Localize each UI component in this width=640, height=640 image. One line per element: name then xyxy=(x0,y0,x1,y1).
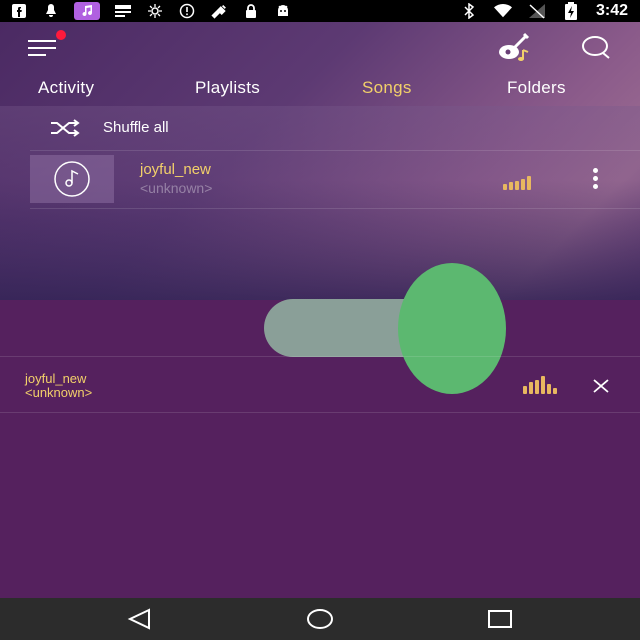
tab-bar: Activity Playlists Songs Folders xyxy=(0,72,640,106)
shuffle-all-row[interactable]: Shuffle all xyxy=(0,108,640,150)
signal-icon xyxy=(528,3,546,19)
shuffle-icon xyxy=(51,119,80,137)
shuffle-all-label: Shuffle all xyxy=(103,119,169,136)
more-icon xyxy=(592,168,598,173)
mini-player[interactable]: joyful_new <unknown> xyxy=(0,357,640,413)
more-options-button[interactable] xyxy=(585,168,605,194)
close-player-button[interactable] xyxy=(590,375,612,397)
equalizer-icon xyxy=(503,174,531,190)
facebook-icon xyxy=(10,3,28,19)
wifi-icon xyxy=(493,3,512,19)
notification-dot xyxy=(56,30,66,40)
song-title: joyful_new xyxy=(140,161,211,178)
song-artwork xyxy=(30,155,114,203)
divider xyxy=(0,412,640,413)
mini-player-artist: <unknown> xyxy=(25,385,93,400)
music-note-icon xyxy=(54,161,90,197)
back-button[interactable] xyxy=(125,606,155,632)
tab-activity[interactable]: Activity xyxy=(38,78,94,98)
divider xyxy=(30,208,640,209)
cast-icon xyxy=(114,3,132,19)
status-time: 3:42 xyxy=(595,2,628,19)
android-icon xyxy=(274,3,292,19)
alert-icon xyxy=(178,3,196,19)
bluetooth-icon xyxy=(460,3,478,19)
home-button[interactable] xyxy=(305,606,335,632)
close-icon xyxy=(593,379,609,393)
top-app-bar xyxy=(0,22,640,72)
menu-icon xyxy=(28,40,56,56)
notification-icon xyxy=(42,3,60,19)
mini-player-title: joyful_new xyxy=(25,371,87,386)
recents-button[interactable] xyxy=(485,606,515,632)
home-icon xyxy=(307,609,333,629)
guitar-icon xyxy=(499,32,530,61)
brightness-icon xyxy=(146,3,164,19)
recents-icon xyxy=(488,610,512,628)
lock-icon xyxy=(242,3,260,19)
status-bar: 3:42 xyxy=(0,0,640,22)
guitar-button[interactable] xyxy=(496,30,532,64)
navigation-bar xyxy=(0,598,640,640)
search-icon xyxy=(582,36,610,59)
menu-button[interactable] xyxy=(26,30,66,62)
back-icon xyxy=(127,608,150,630)
song-artist: <unknown> xyxy=(140,180,213,196)
battery-icon xyxy=(562,2,580,20)
music-icon xyxy=(74,2,100,20)
divider xyxy=(30,150,640,151)
song-list-item[interactable]: joyful_new <unknown> xyxy=(0,152,640,208)
equalizer-icon xyxy=(523,376,557,394)
tab-folders[interactable]: Folders xyxy=(507,78,566,98)
tab-playlists[interactable]: Playlists xyxy=(195,78,260,98)
satellite-icon xyxy=(210,3,228,19)
tab-songs[interactable]: Songs xyxy=(362,78,412,98)
search-button[interactable] xyxy=(578,32,614,64)
